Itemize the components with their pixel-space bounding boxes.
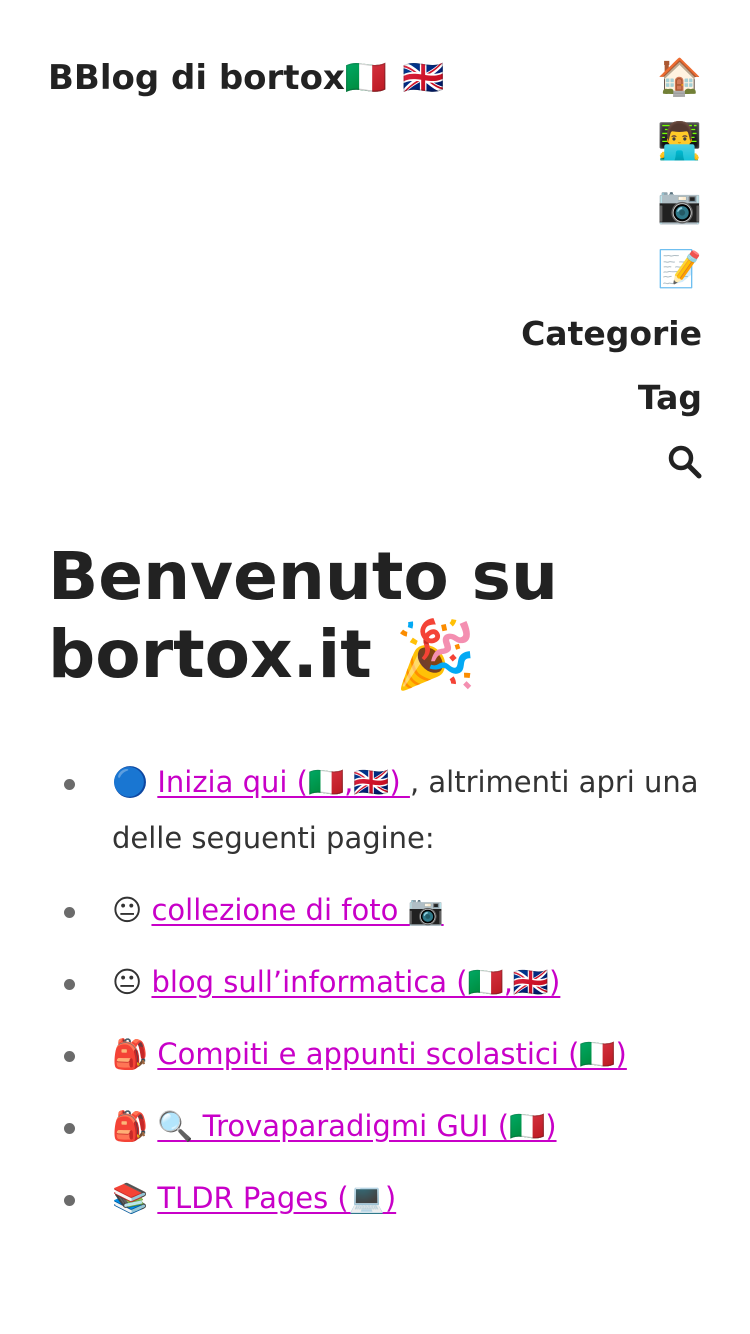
item-emoji: 😐 [112,893,152,927]
tldr-pages-link[interactable]: TLDR Pages (💻) [157,1181,396,1215]
start-here-link[interactable]: Inizia qui (🇮🇹,🇬🇧) [157,765,410,799]
page-title: Benvenuto su bortox.it 🎉 [48,538,558,693]
bullet [64,779,75,790]
list-item: 📚 TLDR Pages (💻) [48,1170,702,1226]
nav-categories[interactable]: Categorie [521,310,702,374]
list-item: 😐 collezione di foto 📷 [48,882,702,938]
photo-collection-link[interactable]: collezione di foto 📷 [151,893,443,927]
list-item: 🔵 Inizia qui (🇮🇹,🇬🇧) , altrimenti apri u… [48,754,702,866]
item-emoji: 📚 [112,1181,158,1215]
it-blog-link[interactable]: blog sull’informatica (🇮🇹,🇬🇧) [151,965,560,999]
paradigm-finder-link[interactable]: 🔍 Trovaparadigmi GUI (🇮🇹) [157,1109,556,1143]
nav-technologist-icon[interactable]: 👨‍💻 [657,118,702,182]
bullet [64,907,75,918]
list-item: 🎒 Compiti e appunti scolastici (🇮🇹) [48,1026,702,1082]
site-title-flags: 🇮🇹 🇬🇧 [344,58,447,98]
item-emoji: 🔵 [112,765,158,799]
bullet [64,1051,75,1062]
search-button[interactable] [668,438,702,502]
nav-camera-icon[interactable]: 📷 [657,182,702,246]
site-title: BBlog di bortox [48,58,345,98]
item-emoji: 🎒 [112,1037,158,1071]
list-item: 😐 blog sull’informatica (🇮🇹,🇬🇧) [48,954,702,1010]
site-title-link[interactable]: BBlog di bortox🇮🇹 🇬🇧 [48,56,446,100]
link-list: 🔵 Inizia qui (🇮🇹,🇬🇧) , altrimenti apri u… [48,754,702,1242]
item-emoji: 😐 [112,965,152,999]
list-item: 🎒 🔍 Trovaparadigmi GUI (🇮🇹) [48,1098,702,1154]
item-emoji: 🎒 [112,1109,158,1143]
main-nav: 🏠 👨‍💻 📷 📝 Categorie Tag [521,54,702,502]
bullet [64,979,75,990]
search-icon [668,445,702,479]
nav-tags[interactable]: Tag [638,374,702,438]
nav-memo-icon[interactable]: 📝 [657,246,702,310]
school-notes-link[interactable]: Compiti e appunti scolastici (🇮🇹) [157,1037,627,1071]
bullet [64,1123,75,1134]
bullet [64,1195,75,1206]
nav-home-icon[interactable]: 🏠 [657,54,702,118]
